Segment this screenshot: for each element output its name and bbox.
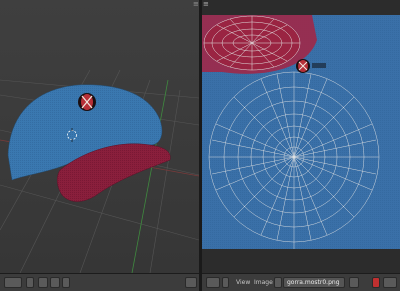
menu-image[interactable]: Image bbox=[254, 277, 273, 288]
mode-icon[interactable] bbox=[38, 277, 48, 288]
uv-island-brim[interactable] bbox=[203, 15, 301, 71]
menu-view[interactable]: View bbox=[236, 277, 250, 288]
pin-icon[interactable] bbox=[222, 277, 229, 288]
view-type-icon[interactable] bbox=[4, 277, 22, 288]
pivot-icon[interactable] bbox=[62, 277, 70, 288]
area-split-icon[interactable]: ≡ bbox=[193, 0, 199, 8]
browse-image-icon[interactable] bbox=[274, 277, 282, 288]
image-name-field[interactable]: gorra.mostr0.png bbox=[283, 277, 345, 288]
editor-menu-icon[interactable] bbox=[26, 277, 34, 288]
area-split-icon[interactable]: ≡ bbox=[203, 0, 209, 8]
shading-icon[interactable] bbox=[50, 277, 60, 288]
3d-view-header bbox=[0, 273, 199, 291]
layers-icon[interactable] bbox=[185, 277, 197, 288]
image-editor-icon[interactable] bbox=[206, 277, 220, 288]
blender-window: ≡ ≡ View Image gorra.mostr0.png bbox=[0, 0, 400, 291]
uv-image-editor[interactable]: ≡ bbox=[202, 0, 400, 273]
3d-viewport[interactable]: ≡ bbox=[0, 0, 199, 273]
uv-mode-icon[interactable] bbox=[372, 277, 380, 288]
cap-logo-emblem bbox=[78, 93, 96, 111]
uv-editor-header: View Image gorra.mostr0.png bbox=[202, 273, 400, 291]
viewport-canvas bbox=[0, 69, 199, 273]
close-image-icon[interactable] bbox=[349, 277, 359, 288]
uv-canvas bbox=[202, 15, 400, 249]
sync-icon[interactable] bbox=[383, 277, 397, 288]
